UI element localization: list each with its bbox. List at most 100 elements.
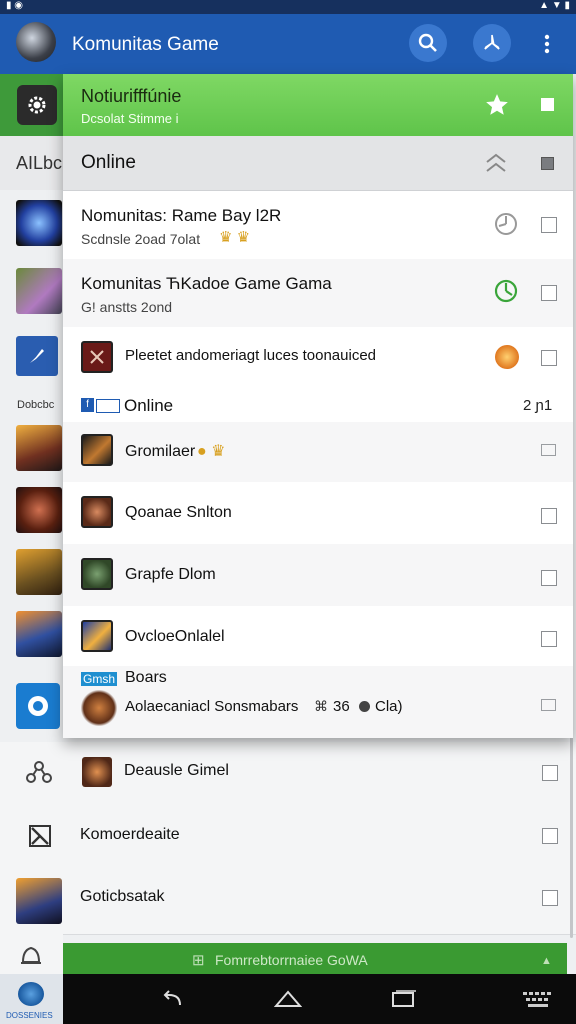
scissors-icon (28, 824, 52, 853)
overflow-menu-button[interactable] (536, 30, 558, 58)
online-section-label: Online (124, 396, 174, 415)
search-button[interactable] (409, 24, 447, 62)
item-checkbox[interactable] (541, 508, 557, 524)
item-title: Pleetet andomeriagt luces toonauiced (125, 347, 377, 364)
list-item[interactable]: Gmsh Boars Aolaecaniacl Sonsmabars ⌘ 36 … (63, 666, 573, 738)
home-button[interactable] (273, 988, 303, 1015)
player-name: OvcloeOnlalel (125, 628, 225, 645)
row-title: Komoerdeaite (80, 826, 180, 843)
game-thumb[interactable] (16, 200, 62, 246)
item-checkbox[interactable] (541, 444, 556, 456)
rocket-tile[interactable] (16, 336, 58, 376)
item-checkbox[interactable] (541, 217, 557, 233)
game-thumb[interactable] (16, 425, 62, 471)
list-item[interactable]: OvcloeOnlalel (63, 606, 573, 667)
app-avatar[interactable] (16, 22, 56, 62)
back-arrow-icon (163, 990, 181, 1006)
keyboard-icon[interactable] (522, 990, 556, 1013)
boars-stats: 36 (333, 698, 350, 715)
gear-icon (28, 96, 46, 114)
more-vert-icon (544, 34, 550, 54)
app-title: Komunitas Game (72, 34, 219, 55)
player-name: Qoanae Snlton (125, 504, 232, 521)
rocket-icon (30, 349, 44, 363)
recents-icon (392, 990, 416, 1007)
online-section-header: f Online 2 ɲ1 (63, 389, 573, 423)
item-subtitle: Scdnsle 2oad 7olat (81, 231, 201, 247)
fan-icon (484, 34, 500, 50)
item-checkbox[interactable] (541, 699, 556, 711)
recents-button[interactable] (390, 988, 416, 1015)
battery-icon (96, 399, 120, 413)
player-avatar (81, 690, 117, 726)
star-icon (486, 94, 508, 115)
header-checkbox[interactable] (541, 157, 554, 170)
bottom-action-bar[interactable]: ⊞ Fomrrebtorrnaiee GoWA ▲ (63, 943, 567, 974)
item-checkbox[interactable] (541, 350, 557, 366)
player-avatar (81, 558, 113, 590)
row-title: Deausle Gimel (124, 762, 229, 779)
notification-panel: Notiurifffúnie Dcsolat Stimme i Online N… (63, 74, 573, 738)
item-title: Nomunitas: Rame Bay l2R (81, 206, 282, 225)
back-button[interactable] (160, 987, 186, 1016)
chevron-up-icon[interactable]: ▲ (541, 955, 552, 967)
settings-tile[interactable] (17, 85, 57, 125)
list-item[interactable]: Nomunitas: Rame Bay l2R Scdnsle 2oad 7ol… (63, 191, 573, 260)
row-checkbox[interactable] (542, 890, 558, 906)
game-thumb[interactable] (16, 549, 62, 595)
medal-icon: ● ♛ (197, 443, 226, 460)
app-tile[interactable] (16, 683, 60, 729)
player-name: Grapfe Dlom (125, 566, 216, 583)
timer-icon (494, 212, 518, 241)
game-thumb (82, 757, 112, 787)
boars-label: Boars (125, 669, 167, 686)
notification-header[interactable]: Notiurifffúnie Dcsolat Stimme i (63, 74, 573, 136)
list-item[interactable]: Komunitas ЋKadoe Game Gama G! anstts 2on… (63, 259, 573, 328)
online-count: 2 ɲ1 (523, 397, 553, 414)
boars-tail: Cla) (375, 698, 403, 715)
row-title: Goticbsatak (80, 888, 165, 905)
notification-title: Notiurifffúnie (81, 86, 182, 106)
game-thumb[interactable] (16, 268, 62, 314)
status-dot-icon (359, 701, 370, 712)
player-avatar (81, 434, 113, 466)
item-subtitle: G! anstts 2ond (81, 299, 173, 315)
network-icon (24, 758, 54, 793)
list-item[interactable]: Gromilaer ● ♛ (63, 422, 573, 483)
game-thumb[interactable] (16, 487, 62, 533)
status-bar: ▮ ◉ ▲ ▼ ▮ (0, 0, 576, 14)
row-checkbox[interactable] (542, 828, 558, 844)
globe-icon (18, 982, 44, 1006)
online-header-label: Online (81, 152, 136, 173)
timer-icon (494, 279, 518, 308)
game-thumb[interactable] (16, 611, 62, 657)
launcher-tile[interactable]: DOSSENIES (0, 974, 63, 1024)
row-checkbox[interactable] (542, 765, 558, 781)
player-name: Gromilaer (125, 443, 196, 460)
target-icon (28, 696, 48, 716)
online-header[interactable]: Online (63, 136, 573, 191)
game-thumb (16, 878, 62, 924)
fire-icon (495, 345, 519, 369)
list-item[interactable]: Grapfe Dlom (63, 544, 573, 607)
status-icons-left: ▮ ◉ (6, 0, 24, 11)
launcher-caption: DOSSENIES (6, 1011, 53, 1020)
bell-icon (18, 942, 44, 975)
tag-badge: Gmsh (81, 672, 118, 686)
home-icon (273, 990, 303, 1007)
share-button[interactable] (473, 24, 511, 62)
item-checkbox[interactable] (541, 570, 557, 586)
search-icon (418, 33, 437, 52)
close-square-button[interactable] (541, 98, 554, 111)
player-avatar (81, 496, 113, 528)
notification-subtitle: Dcsolat Stimme i (81, 111, 179, 126)
star-button[interactable] (484, 92, 510, 123)
list-item[interactable]: Qoanae Snlton (63, 482, 573, 545)
chevron-up-icon[interactable] (484, 152, 508, 179)
trophy-icon: ♛ ♛ (219, 229, 251, 246)
side-caption: Dobcbc (17, 399, 55, 411)
list-item[interactable]: Pleetet andomeriagt luces toonauiced (63, 327, 573, 390)
item-checkbox[interactable] (541, 285, 557, 301)
item-checkbox[interactable] (541, 631, 557, 647)
controller-icon: ⌘ (314, 698, 328, 714)
